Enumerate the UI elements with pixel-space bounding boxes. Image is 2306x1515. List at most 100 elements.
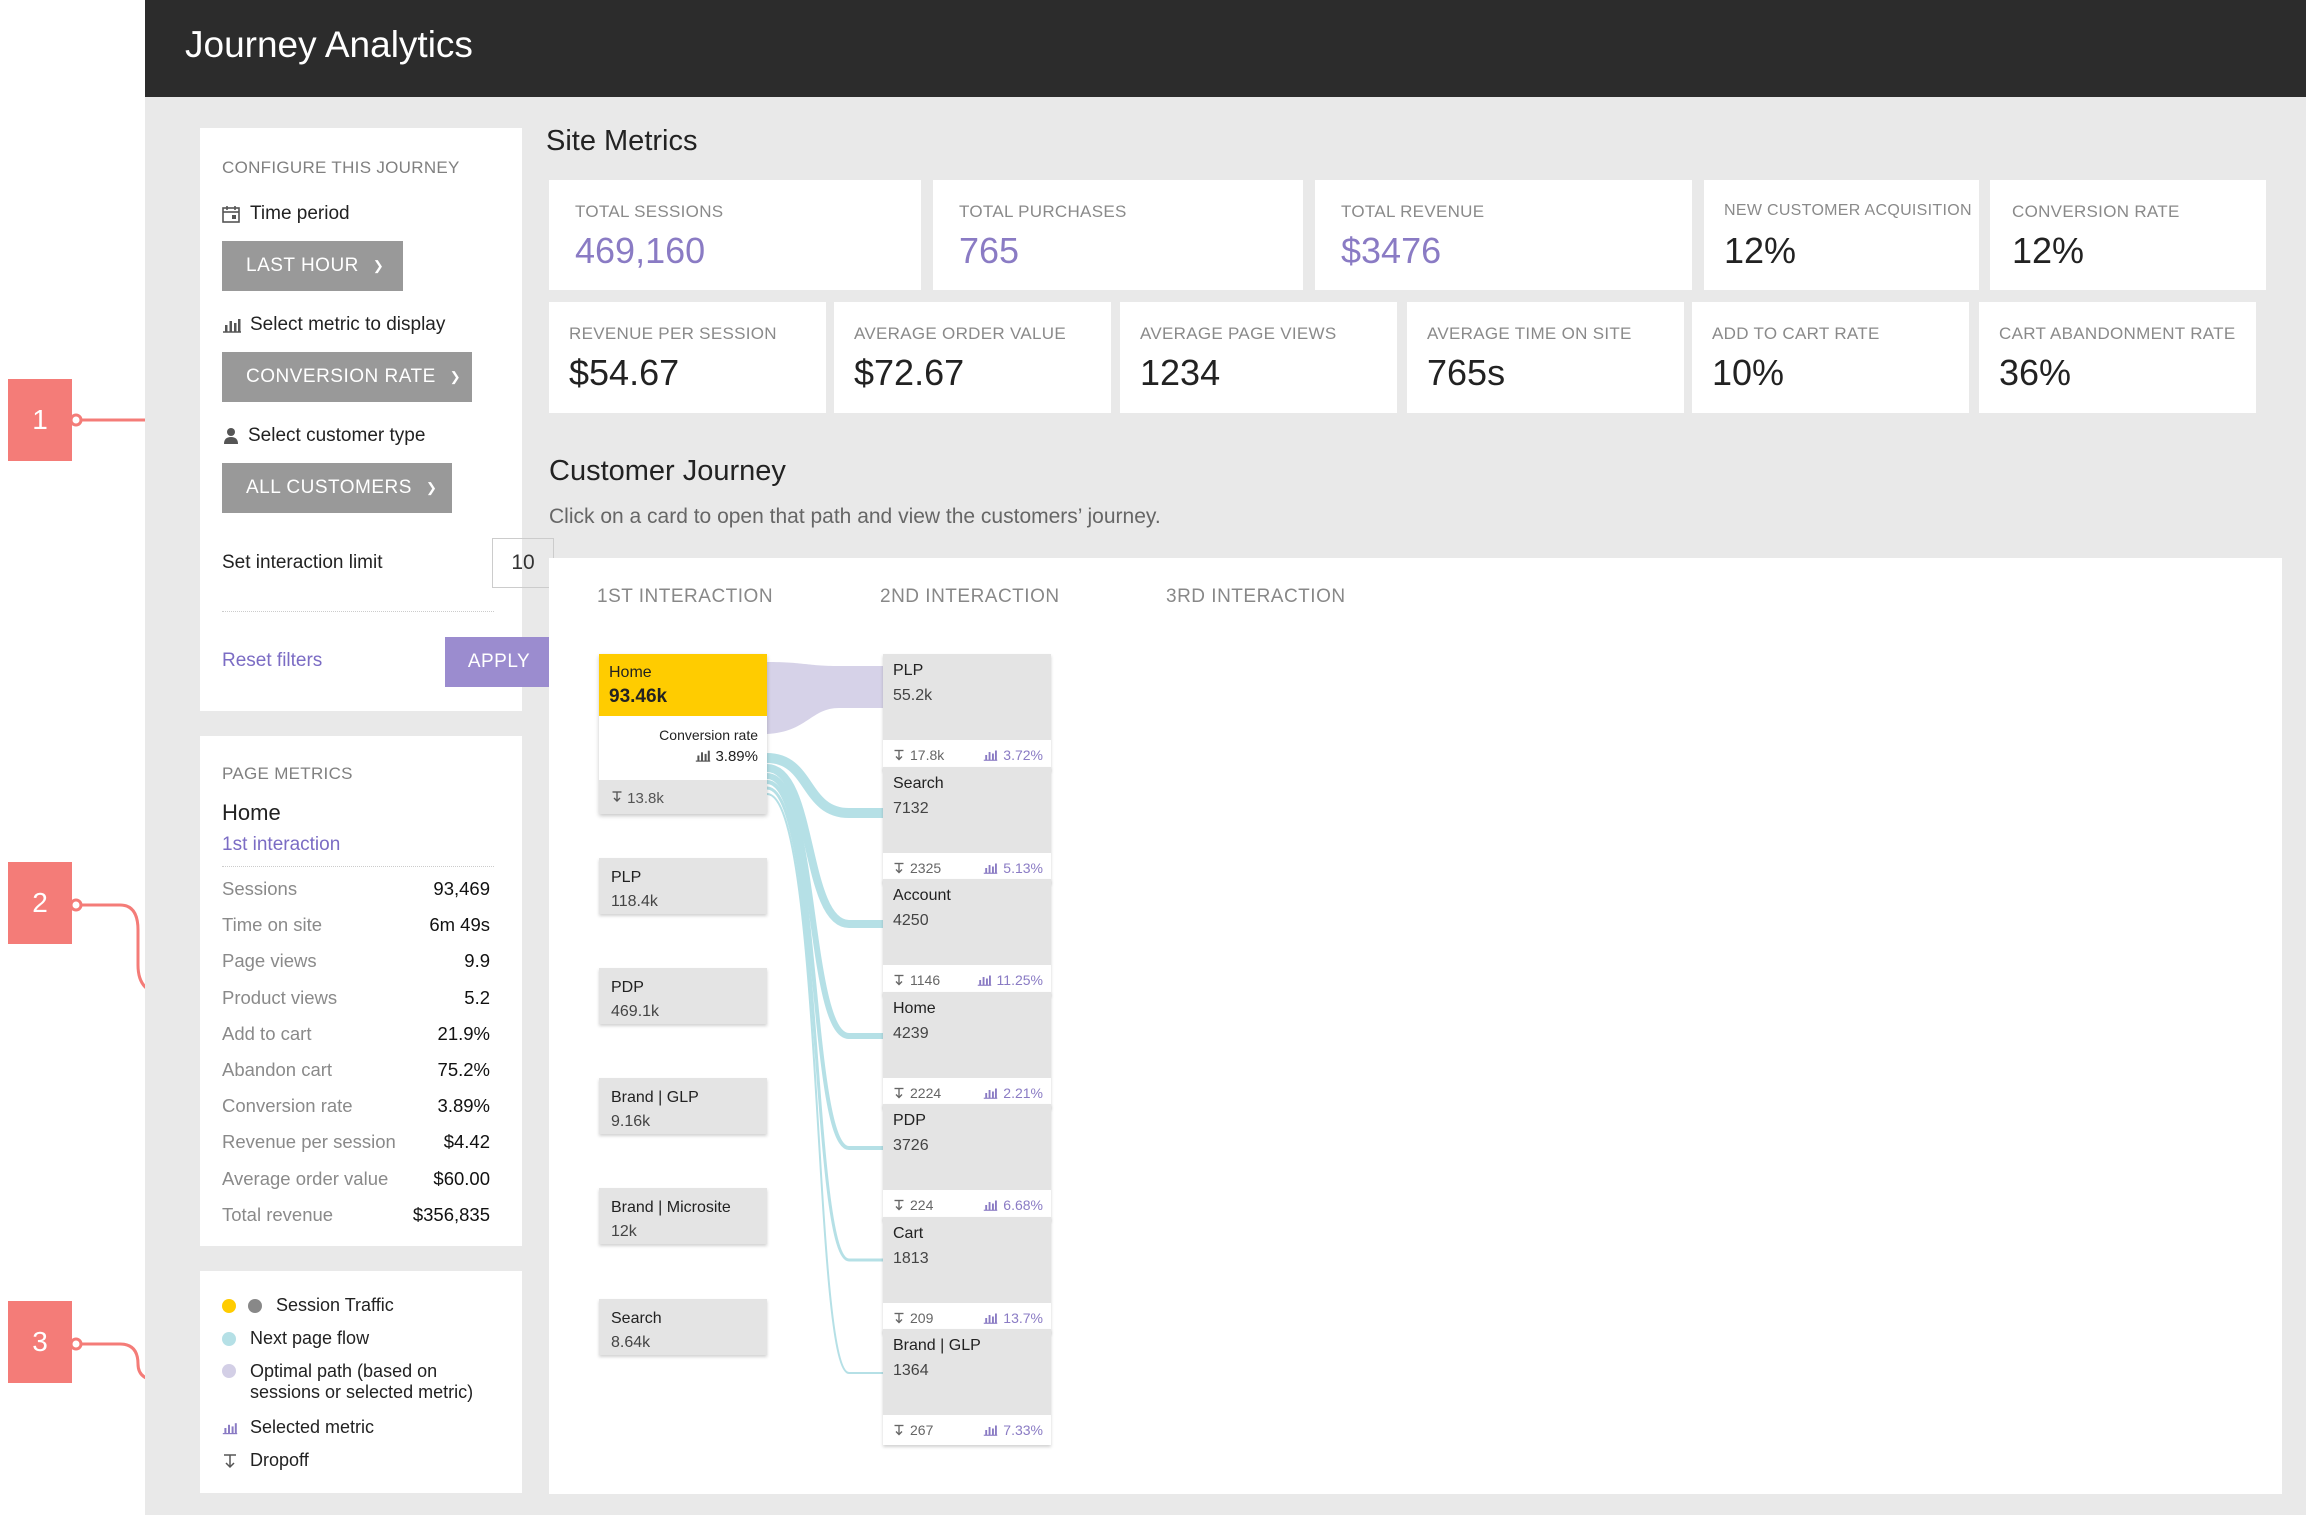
bar-chart-icon [984, 1088, 998, 1099]
metric-card-new-customer-acquisition: NEW CUSTOMER ACQUISITION 12% [1704, 180, 1979, 290]
customer-type-dropdown[interactable]: ALL CUSTOMERS ❯ [222, 463, 452, 513]
journey-node-first[interactable]: PLP 118.4k [599, 858, 767, 914]
metric-card-add-to-cart-rate: ADD TO CART RATE 10% [1692, 302, 1969, 413]
node-value: 1364 [893, 1362, 929, 1379]
page-metric-row: Add to cart 21.9% [222, 1023, 490, 1045]
node-metric: 5.13% [1003, 859, 1043, 876]
customer-journey-subtitle: Click on a card to open that path and vi… [549, 505, 1161, 528]
apply-button[interactable]: APPLY [445, 637, 553, 687]
customer-type-label: Select customer type [222, 425, 425, 447]
interaction-limit-input[interactable]: 10 [492, 538, 554, 588]
page-metrics-interaction: 1st interaction [222, 834, 341, 855]
node-dropoff: 1146 [910, 972, 941, 988]
page-metric-row: Sessions 93,469 [222, 878, 490, 900]
journey-node-second[interactable]: PLP 55.2k 17.8k 3.72% [883, 654, 1051, 770]
site-metrics-title: Site Metrics [546, 125, 698, 157]
node-title: Home [893, 999, 936, 1017]
optimal-path-flow [767, 662, 887, 734]
page-metric-label: Product views [222, 986, 338, 1008]
page-metrics-panel: PAGE METRICS Home 1st interaction Sessio… [200, 736, 522, 1246]
dropoff-icon [894, 1312, 904, 1323]
time-period-dropdown[interactable]: LAST HOUR ❯ [222, 241, 403, 291]
legend-selected-metric: Selected metric [222, 1417, 374, 1438]
next-page-flow-cart [766, 786, 887, 1262]
legend-optimal-path: Optimal path (based on sessions or selec… [222, 1361, 473, 1403]
journey-node-first[interactable]: Search 8.64k [599, 1299, 767, 1355]
page-metric-label: Average order value [222, 1167, 389, 1189]
bar-chart-icon [984, 750, 998, 761]
page-metric-value: 93,469 [433, 878, 490, 899]
dropoff-icon [894, 749, 904, 761]
node-footer: 224 6.68% [883, 1190, 1051, 1220]
callout-2: 2 [8, 862, 72, 944]
metric-dropdown[interactable]: CONVERSION RATE ❯ [222, 352, 472, 402]
page-metric-value: $4.42 [443, 1131, 490, 1153]
chevron-down-icon: ❯ [425, 480, 438, 495]
node-metric: 3.72% [1003, 747, 1043, 763]
dropoff-icon [224, 1453, 236, 1468]
journey-node-second[interactable]: Account 4250 1146 11.25% [883, 879, 1051, 995]
app-window: Journey Analytics CONFIGURE THIS JOURNEY… [145, 0, 2306, 1515]
node-title: PLP [893, 662, 924, 679]
page-metric-row: Revenue per session $4.42 [222, 1131, 490, 1153]
node-footer: 267 7.33% [883, 1415, 1051, 1445]
bar-chart-icon [977, 975, 991, 986]
node-value: 3726 [893, 1137, 929, 1154]
bar-chart-icon [984, 863, 998, 874]
dropoff-icon [894, 1424, 904, 1436]
legend-dropoff: Dropoff [222, 1450, 309, 1471]
dropoff-icon [894, 1199, 904, 1211]
metric-card-average-order-value: AVERAGE ORDER VALUE $72.67 [834, 302, 1111, 413]
node-footer: 2325 5.13% [883, 852, 1051, 883]
node-metric: 13.7% [1003, 1309, 1043, 1326]
journey-node-second[interactable]: Search 7132 2325 5.13% [883, 766, 1051, 883]
node-dropoff: 2224 [910, 1084, 942, 1101]
node-title: PDP [893, 1112, 926, 1129]
dropoff-icon [894, 1087, 904, 1098]
bar-chart-icon [984, 1313, 998, 1324]
journey-node-second[interactable]: PDP 3726 224 6.68% [883, 1104, 1051, 1220]
page-metric-row: Product views 5.2 [222, 987, 490, 1009]
lavender-dot-icon [222, 1364, 236, 1378]
node-title: Brand | GLP [611, 1089, 699, 1106]
dropoff-icon [894, 974, 904, 986]
node-title: PDP [611, 979, 644, 996]
bar-chart-icon [696, 750, 711, 762]
page-metric-label: Abandon cart [222, 1059, 333, 1080]
metric-card-average-time-on-site: AVERAGE TIME ON SITE 765s [1407, 302, 1684, 413]
bar-chart-icon [984, 1425, 998, 1436]
metric-card-total-revenue: TOTAL REVENUE $3476 [1315, 180, 1692, 290]
node-metric: 11.25% [996, 972, 1043, 988]
interaction-limit-label: Set interaction limit [222, 552, 383, 573]
bar-chart-icon [223, 319, 241, 333]
reset-filters-link[interactable]: Reset filters [222, 650, 322, 672]
journey-node-first[interactable]: PDP 469.1k [599, 968, 767, 1024]
journey-node-second[interactable]: Cart 1813 209 13.7% [883, 1216, 1051, 1333]
node-value: 1813 [893, 1249, 929, 1267]
node-dropoff: 209 [910, 1309, 934, 1326]
dropoff-icon [894, 862, 904, 873]
node-value: 9.16k [611, 1113, 651, 1130]
next-page-flow-pdp [766, 780, 887, 1150]
node-title: Brand | Microsite [611, 1199, 731, 1216]
callout-3: 3 [8, 1301, 72, 1383]
journey-node-first[interactable]: Brand | Microsite 12k [599, 1188, 767, 1244]
page-metric-label: Conversion rate [222, 1095, 353, 1117]
page-metric-value: 9.9 [464, 950, 490, 972]
page-metric-value: 75.2% [437, 1059, 490, 1080]
node-dropoff: 224 [910, 1197, 934, 1213]
node-dropoff: 2325 [910, 859, 942, 876]
journey-node-second[interactable]: Brand | GLP 1364 267 7.33% [883, 1329, 1051, 1445]
node-title: Cart [893, 1224, 924, 1242]
metric-label: Select metric to display [222, 314, 445, 336]
journey-node-home-selected[interactable]: Home 93.46k Conversion rate 3.89% 13.8k [599, 654, 767, 814]
page-metric-label: Total revenue [222, 1203, 334, 1225]
callout-1: 1 [8, 379, 72, 461]
page-metric-value: 5.2 [464, 986, 490, 1008]
node-footer: 1146 11.25% [883, 965, 1051, 995]
journey-node-second[interactable]: Home 4239 2224 2.21% [883, 991, 1051, 1108]
node-footer: 209 13.7% [883, 1302, 1051, 1333]
journey-node-first[interactable]: Brand | GLP 9.16k [599, 1078, 767, 1134]
page-metric-value: 3.89% [437, 1095, 490, 1117]
node-title: Brand | GLP [893, 1337, 981, 1354]
